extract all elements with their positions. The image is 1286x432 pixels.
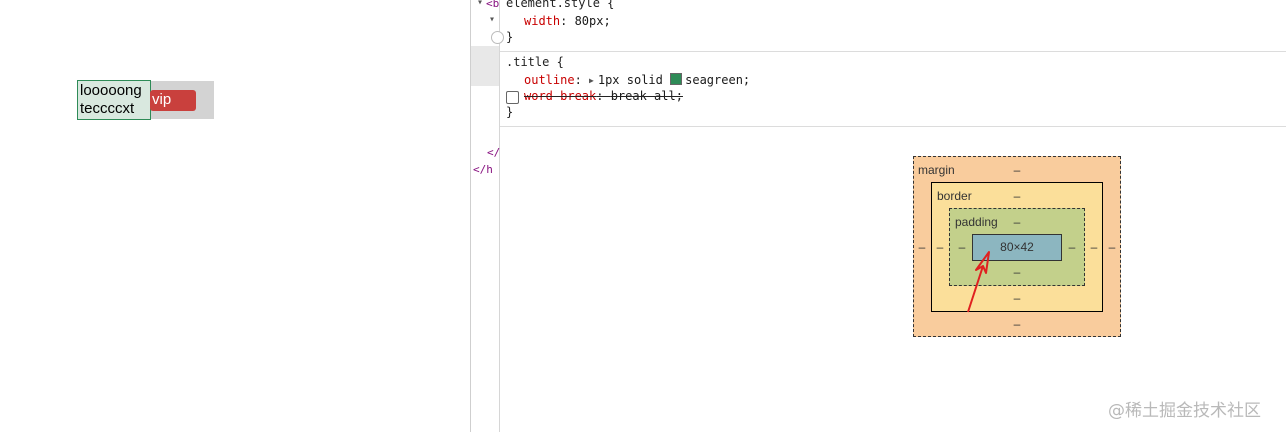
word-break-declaration[interactable]: word-break: break-all;	[524, 88, 683, 104]
color-swatch-icon[interactable]	[670, 73, 683, 85]
watermark: @稀土掘金技术社区	[1108, 401, 1261, 421]
styles-pane: element.style { width: 80px; } .title { …	[500, 0, 1286, 432]
devtools-panel: ▾ <b ▾ </ </h element.style { width: 80p…	[470, 0, 1286, 432]
width-declaration[interactable]: width: 80px;	[524, 13, 611, 29]
page-preview: looooong teccccxt vip	[0, 0, 470, 432]
expand-triangle-icon[interactable]: ▾	[477, 0, 483, 8]
element-style-close: }	[506, 30, 514, 44]
width-value[interactable]: 80px;	[575, 14, 611, 28]
title-rule: .title { outline: ▶ 1px solid seagreen; w…	[500, 51, 1286, 127]
word-break-checkbox[interactable]	[506, 91, 519, 104]
title-selector[interactable]: .title {	[506, 54, 564, 70]
title-rule-close: }	[506, 105, 514, 119]
outline-value[interactable]: 1px solid	[598, 73, 663, 87]
demo-title-text: looooong teccccxt	[77, 80, 151, 120]
outline-property[interactable]: outline	[524, 73, 575, 87]
element-style-selector[interactable]: element.style {	[506, 0, 614, 11]
vip-badge: vip	[150, 90, 196, 111]
expand-triangle-icon[interactable]: ▾	[489, 14, 495, 25]
selected-node-highlight	[471, 46, 499, 86]
annotation-arrow-icon	[967, 251, 990, 313]
expand-shorthand-icon[interactable]: ▶	[589, 73, 594, 89]
box-model-diagram: margin – – – – border – – – – padding – …	[913, 156, 1121, 337]
outline-declaration[interactable]: outline: ▶ 1px solid seagreen;	[524, 72, 750, 89]
element-style-rule: element.style { width: 80px; }	[500, 0, 1286, 52]
word-break-value[interactable]: break-all;	[611, 89, 683, 103]
dom-fragment[interactable]: <b	[486, 0, 499, 10]
dom-fragment[interactable]: </	[487, 146, 500, 159]
width-property[interactable]: width	[524, 14, 560, 28]
outline-color-value[interactable]: seagreen;	[685, 73, 750, 87]
word-break-property[interactable]: word-break	[524, 89, 596, 103]
elements-tree[interactable]: ▾ <b ▾ </ </h	[471, 0, 504, 432]
dom-fragment[interactable]: </h	[473, 163, 493, 176]
